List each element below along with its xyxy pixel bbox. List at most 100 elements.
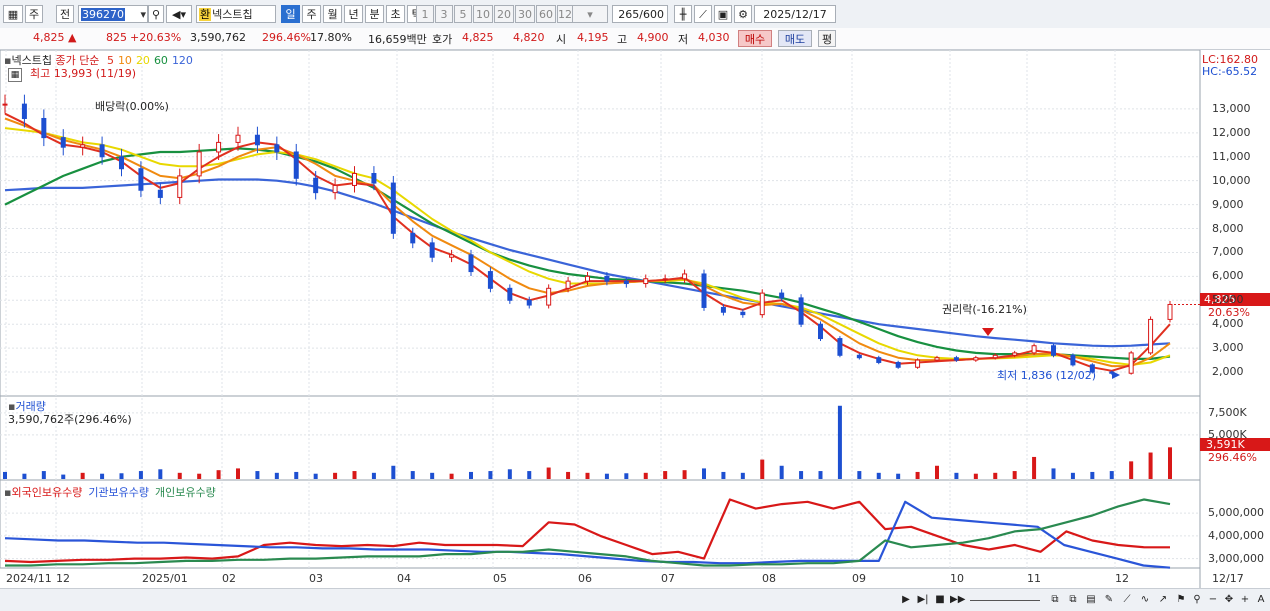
interval-dropdown[interactable]: ▾ <box>572 5 608 23</box>
stop-icon[interactable]: ■ <box>934 592 946 607</box>
avg-button[interactable]: 평 <box>818 30 836 47</box>
chart-settings-icon[interactable]: ▦ <box>3 5 23 23</box>
volume-readout: 3,590,762주(296.46%) <box>8 413 132 426</box>
candle-body <box>332 184 338 194</box>
count-total: /600 <box>639 8 664 21</box>
speaker-icon[interactable]: ◀▾ <box>166 5 192 23</box>
interval-button[interactable]: 60 <box>536 5 556 23</box>
volume-bar <box>973 473 978 479</box>
volume-bar <box>682 470 687 479</box>
period-main-button[interactable]: 주 <box>25 5 43 23</box>
wave-icon[interactable]: ∿ <box>1138 592 1152 607</box>
interval-button[interactable]: 20 <box>494 5 514 23</box>
candle-body <box>371 173 377 184</box>
interval-button[interactable]: 1 <box>416 5 434 23</box>
sell-button[interactable]: 매도 <box>778 30 812 47</box>
candle-body <box>1031 345 1037 354</box>
font-size-icon[interactable]: A <box>1254 592 1268 607</box>
volume-bar <box>371 472 376 479</box>
gear-icon[interactable]: ⚙ <box>734 5 752 23</box>
print-icon[interactable]: ▤ <box>1084 592 1098 607</box>
last-date-label: 12/17 <box>1212 572 1244 585</box>
price-change: 825 <box>106 31 127 44</box>
stock-code-input[interactable]: 396270 ▾ <box>78 5 148 23</box>
candle-body <box>953 357 959 361</box>
count-field[interactable]: 265/600 <box>612 5 668 23</box>
candle-body <box>526 299 532 306</box>
candle-body <box>157 189 163 198</box>
period-button[interactable]: 초 <box>386 5 405 23</box>
volume-bar <box>1012 471 1017 479</box>
price-tick-label: 7,000 <box>1212 245 1244 259</box>
line-tool-icon[interactable]: ⟋ <box>694 5 712 23</box>
magnify-icon[interactable]: ⚲ <box>1190 592 1204 607</box>
volume-tick-label: 5,000K <box>1208 427 1247 441</box>
period-button[interactable]: 일 <box>281 5 300 23</box>
marker-icon[interactable]: ⚑ <box>1174 592 1188 607</box>
volume-bar <box>352 471 357 479</box>
zoom-slider[interactable] <box>970 592 1040 601</box>
candle-type-icon[interactable]: ╫ <box>674 5 692 23</box>
scroll-right-icon[interactable]: ▶ <box>900 592 912 607</box>
candle-body <box>138 168 144 191</box>
volume-bar <box>527 471 532 479</box>
prev-button[interactable]: 전 <box>56 5 74 23</box>
period-button[interactable]: 주 <box>302 5 321 23</box>
volume-bar <box>138 471 143 479</box>
candle-body <box>1070 354 1076 366</box>
volume-bar <box>837 405 842 479</box>
price-tick-label: 13,000 <box>1212 101 1251 115</box>
candle-body <box>216 141 222 153</box>
interval-button[interactable]: 3 <box>435 5 453 23</box>
holdings-panel <box>4 498 1171 569</box>
copy-icon[interactable]: ⧉ <box>1066 592 1080 607</box>
draw-tool-icon[interactable]: ✎ <box>1102 592 1116 607</box>
fast-forward-icon[interactable]: ▶▶ <box>950 592 965 607</box>
volume-bar <box>702 468 706 479</box>
current-price: 4,825 <box>33 31 65 44</box>
candle-body <box>973 357 979 361</box>
price-tick-label: 8,000 <box>1212 221 1244 235</box>
period-button[interactable]: 분 <box>365 5 384 23</box>
zoom-in-icon[interactable]: + <box>1238 592 1252 607</box>
window-icon[interactable]: ⧉ <box>1048 592 1062 607</box>
save-icon[interactable]: ▣ <box>714 5 732 23</box>
candle-body <box>740 311 746 316</box>
trend-icon[interactable]: ⟋ <box>1120 592 1134 607</box>
x-axis-label: 12 <box>56 572 70 585</box>
candle-body <box>623 280 629 285</box>
candle-body <box>1051 345 1056 356</box>
calculator-icon[interactable]: ▦ <box>8 68 22 82</box>
holdings-legend: ▪외국인보유수량 기관보유수량 개인보유수량 <box>4 484 222 500</box>
price-tick-label: 4,000 <box>1212 317 1244 331</box>
volume-bar <box>1129 461 1134 479</box>
buy-button[interactable]: 매수 <box>738 30 772 47</box>
candle-body <box>235 134 241 143</box>
step-right-icon[interactable]: ▶| <box>916 592 930 607</box>
volume-bar <box>274 472 279 479</box>
volume-bar <box>624 473 629 479</box>
x-axis-label: 2025/01 <box>142 572 188 585</box>
candle-body <box>992 354 998 359</box>
candle-body <box>60 137 66 148</box>
move-icon[interactable]: ✥ <box>1222 592 1236 607</box>
volume-bar <box>935 465 939 479</box>
period-button[interactable]: 월 <box>323 5 342 23</box>
arrow-icon[interactable]: ↗ <box>1156 592 1170 607</box>
candle-body <box>254 134 260 146</box>
price-change-pct: +20.63% <box>130 31 182 44</box>
holdings-legend-item: 기관보유수량 <box>88 486 150 499</box>
interval-button[interactable]: 30 <box>515 5 535 23</box>
search-icon[interactable]: ⚲ <box>148 5 164 23</box>
zoom-out-icon[interactable]: − <box>1206 592 1220 607</box>
interval-button[interactable]: 5 <box>454 5 472 23</box>
rights-note: 권리락(-16.21%) <box>942 303 1027 316</box>
chevron-down-icon[interactable]: ▾ <box>139 6 147 24</box>
period-button[interactable]: 년 <box>344 5 363 23</box>
volume-bar <box>740 472 745 479</box>
ma-legend-item: 120 <box>171 54 193 67</box>
volume-bar <box>61 474 66 479</box>
stock-name-field[interactable]: 환 넥스트칩 <box>196 5 276 23</box>
date-field[interactable]: 2025/12/17 <box>754 5 836 23</box>
interval-button[interactable]: 10 <box>473 5 493 23</box>
